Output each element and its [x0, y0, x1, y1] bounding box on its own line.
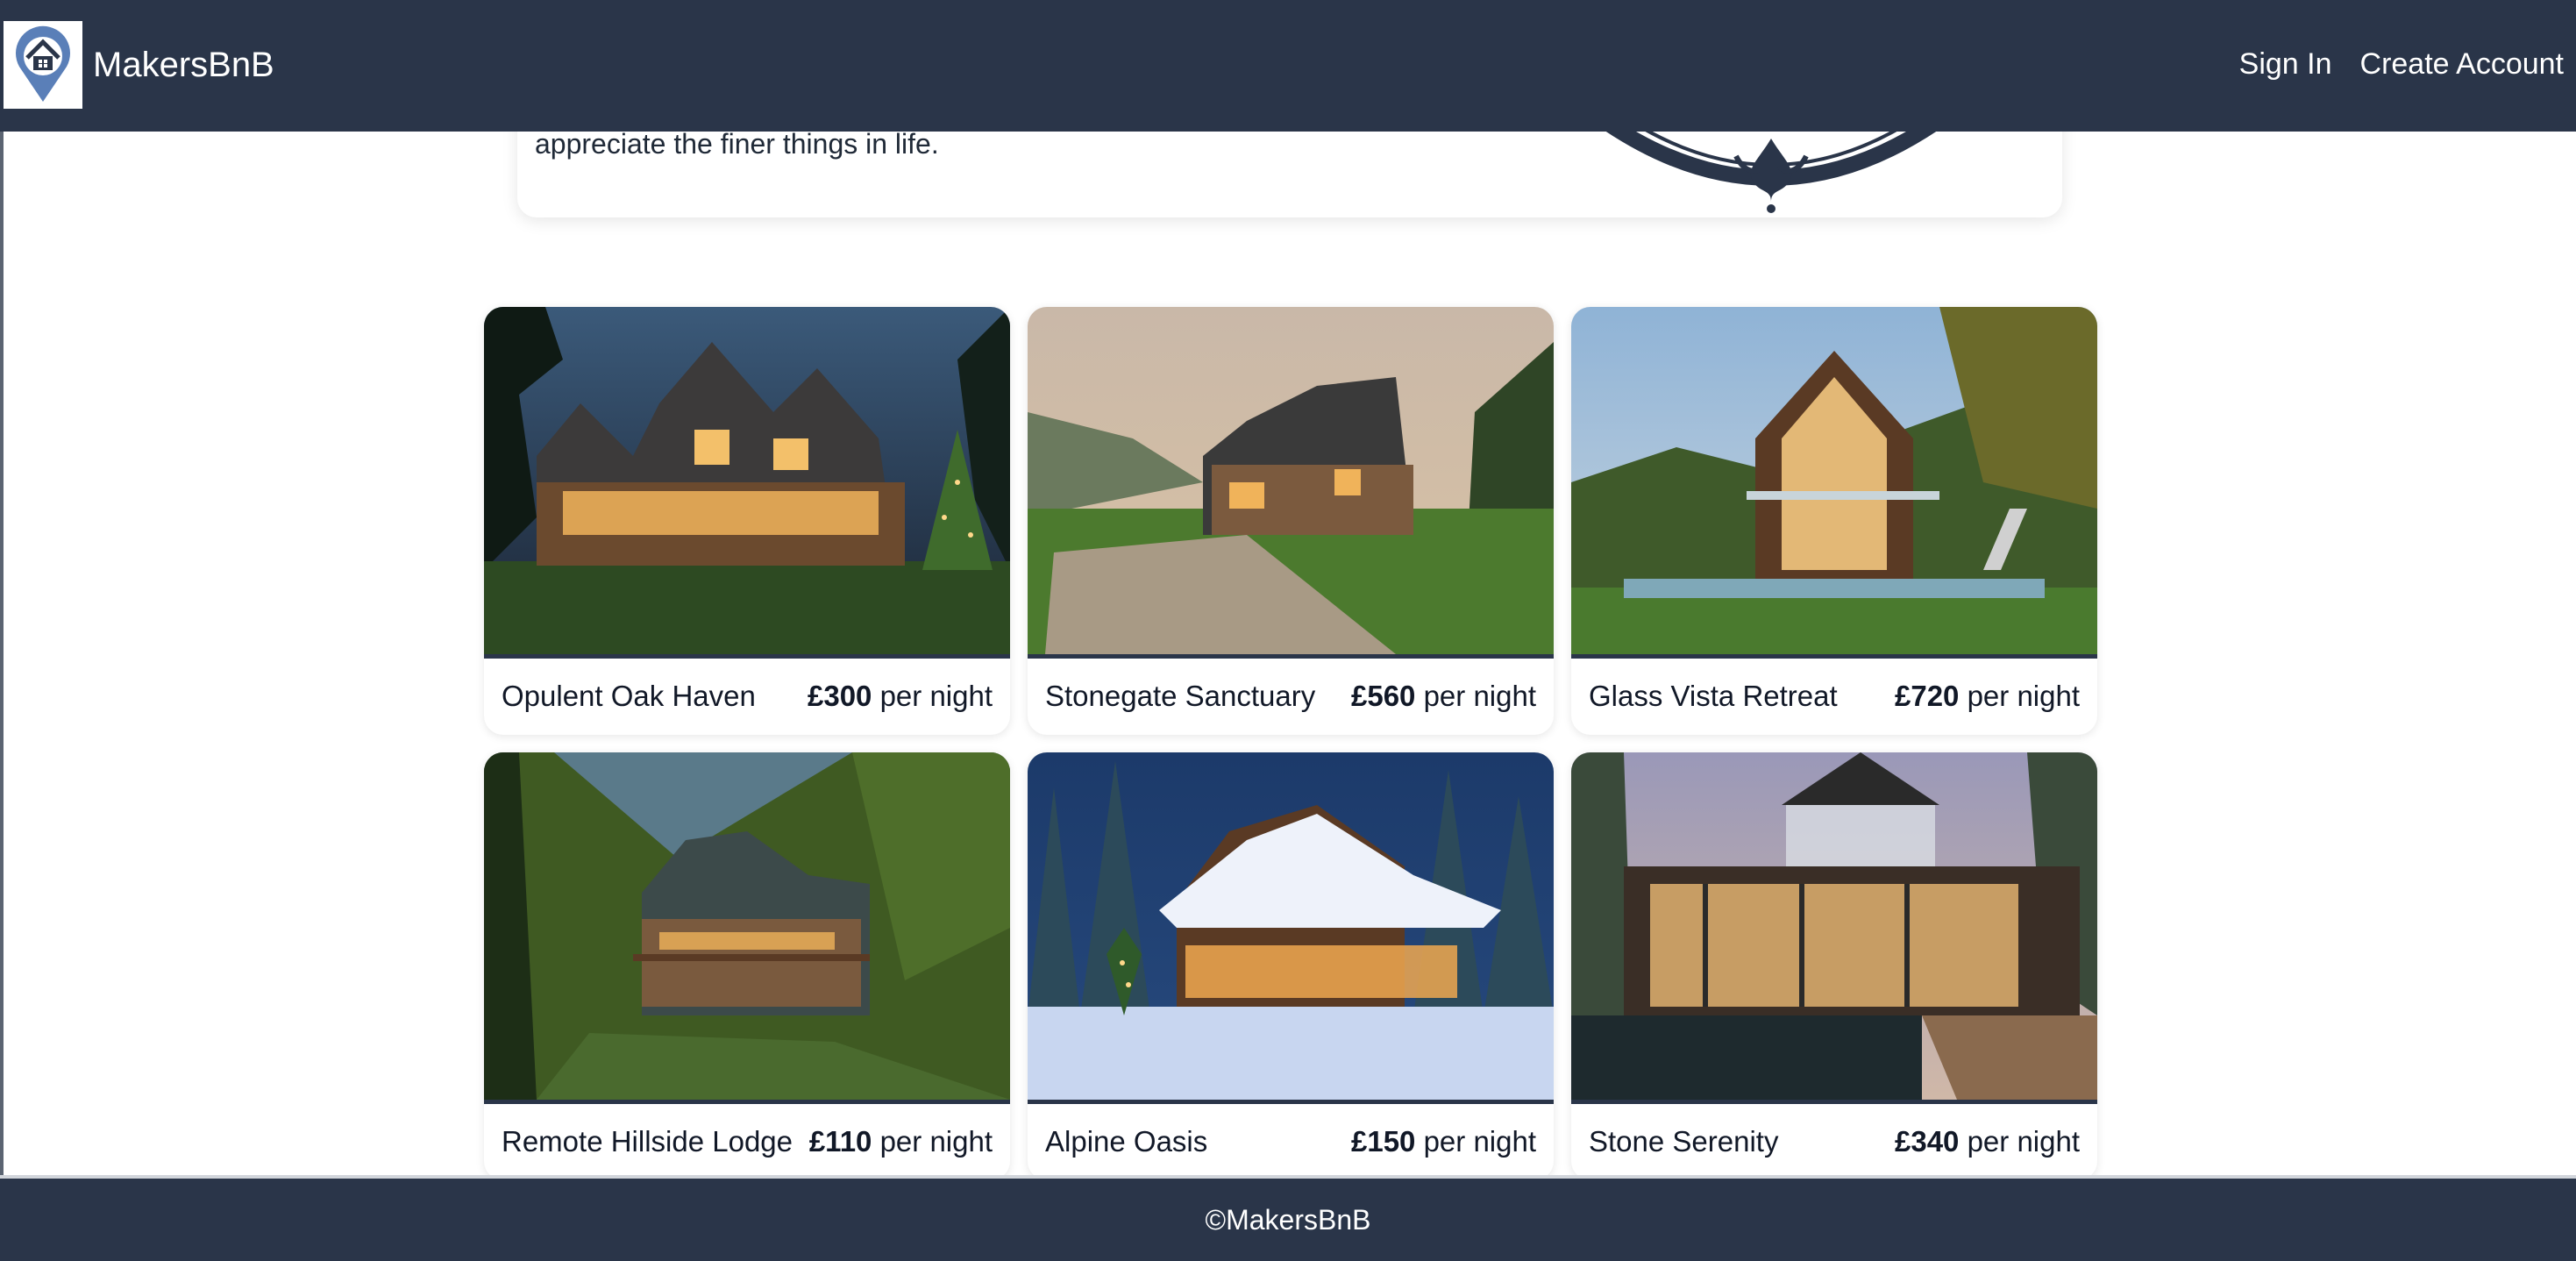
brand-name[interactable]: MakersBnB — [93, 46, 274, 85]
nav-links: Sign In Create Account — [2239, 47, 2564, 82]
listing-name: Stone Serenity — [1589, 1125, 1779, 1158]
listing-price: £560 per night — [1350, 680, 1536, 712]
listing-photo[interactable] — [1571, 307, 2097, 659]
listing-name: Remote Hillside Lodge — [502, 1125, 793, 1158]
listing-name: Glass Vista Retreat — [1589, 680, 1838, 712]
footer: ©MakersBnB — [0, 1175, 2576, 1261]
listing-photo[interactable] — [1028, 307, 1554, 659]
intro-text: appreciate the finer things in life. — [535, 128, 939, 160]
create-account-link[interactable]: Create Account — [2360, 47, 2564, 82]
listing-photo[interactable] — [1571, 752, 2097, 1104]
listing-price: £720 per night — [1894, 680, 2080, 712]
listing-card[interactable]: Remote Hillside Lodge £110 per night — [484, 752, 1010, 1180]
listing-price: £300 per night — [807, 680, 993, 712]
listing-price: £340 per night — [1894, 1125, 2080, 1158]
listing-photo[interactable] — [484, 307, 1010, 659]
navbar: MakersBnB Sign In Create Account — [0, 0, 2576, 132]
listing-card[interactable]: Stonegate Sanctuary £560 per night — [1028, 307, 1554, 735]
listing-price: £150 per night — [1350, 1125, 1536, 1158]
listing-card[interactable]: Stone Serenity £340 per night — [1571, 752, 2097, 1180]
listing-card[interactable]: Alpine Oasis £150 per night — [1028, 752, 1554, 1180]
listing-info: Stone Serenity £340 per night — [1571, 1104, 2097, 1179]
listing-card[interactable]: Glass Vista Retreat £720 per night — [1571, 307, 2097, 735]
window-edge — [0, 0, 4, 1257]
listing-photo[interactable] — [1028, 752, 1554, 1104]
brand[interactable]: MakersBnB — [4, 21, 274, 109]
listings-grid: Opulent Oak Haven £300 per night Stonega… — [484, 307, 2097, 1180]
listing-price: £110 per night — [808, 1125, 993, 1158]
listing-name: Stonegate Sanctuary — [1045, 680, 1316, 712]
logo-icon — [4, 21, 82, 109]
listing-info: Stonegate Sanctuary £560 per night — [1028, 659, 1554, 734]
listing-info: Alpine Oasis £150 per night — [1028, 1104, 1554, 1179]
listing-name: Alpine Oasis — [1045, 1125, 1208, 1158]
listing-info: Opulent Oak Haven £300 per night — [484, 659, 1010, 734]
copyright-text: ©MakersBnB — [1205, 1203, 1371, 1236]
listing-info: Glass Vista Retreat £720 per night — [1571, 659, 2097, 734]
listing-photo[interactable] — [484, 752, 1010, 1104]
listing-info: Remote Hillside Lodge £110 per night — [484, 1104, 1010, 1179]
listing-name: Opulent Oak Haven — [502, 680, 756, 712]
sign-in-link[interactable]: Sign In — [2239, 47, 2332, 82]
listing-card[interactable]: Opulent Oak Haven £300 per night — [484, 307, 1010, 735]
